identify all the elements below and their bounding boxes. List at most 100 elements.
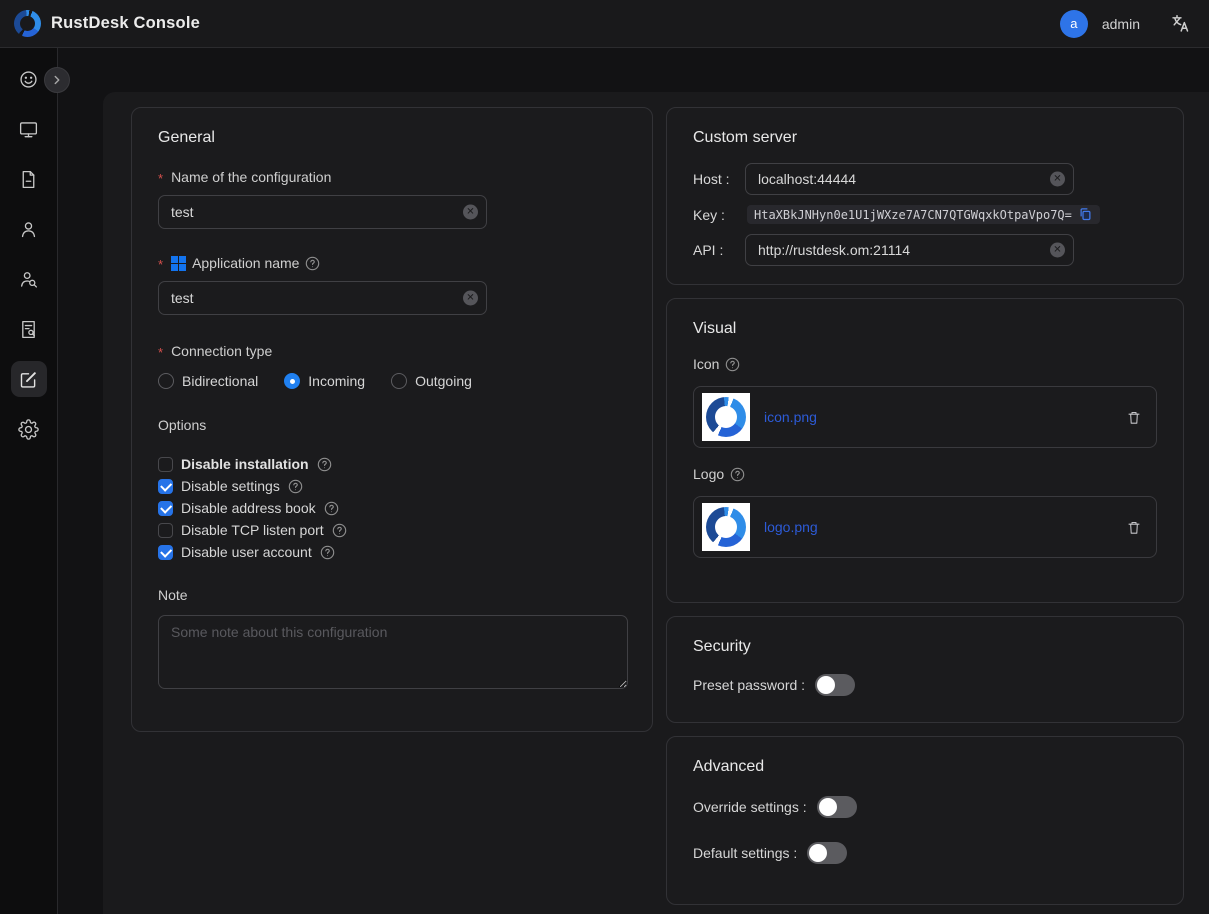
- app-name-field: ✕: [158, 281, 487, 315]
- sidebar-item-devices[interactable]: [11, 111, 47, 147]
- icon-file-box: icon.png: [693, 386, 1157, 448]
- visual-title: Visual: [693, 320, 1157, 338]
- checkbox-disable-installation[interactable]: Disable installation: [158, 453, 626, 475]
- help-icon[interactable]: [332, 523, 347, 538]
- icon-preview: [702, 393, 750, 441]
- help-icon[interactable]: [305, 256, 320, 271]
- user-search-icon: [18, 269, 39, 290]
- custom-server-title: Custom server: [693, 129, 1157, 147]
- logo-file-box: logo.png: [693, 496, 1157, 558]
- checkbox-disable-tcp-listen-port[interactable]: Disable TCP listen port: [158, 519, 626, 541]
- help-icon[interactable]: [324, 501, 339, 516]
- sidebar-item-dashboard[interactable]: [11, 61, 47, 97]
- smiley-icon: [18, 69, 39, 90]
- api-label: API :: [693, 242, 745, 258]
- main-area: General Name of the configuration ✕: [58, 48, 1209, 914]
- help-icon[interactable]: [320, 545, 335, 560]
- radio-incoming[interactable]: Incoming: [284, 373, 365, 389]
- key-label: Key :: [693, 207, 745, 223]
- api-field: ✕: [745, 234, 1074, 266]
- connection-type-group: Bidirectional Incoming Outgoing: [158, 373, 626, 389]
- config-name-input[interactable]: [158, 195, 487, 229]
- sidebar-item-users[interactable]: [11, 211, 47, 247]
- advanced-card: Advanced Override settings : Default set…: [666, 736, 1184, 905]
- radio-outgoing[interactable]: Outgoing: [391, 373, 472, 389]
- app-name-label: Application name: [158, 255, 626, 271]
- rustdesk-logo-icon: [706, 507, 746, 547]
- checkbox-disable-user-account[interactable]: Disable user account: [158, 541, 626, 563]
- clear-icon[interactable]: ✕: [463, 205, 478, 220]
- help-icon[interactable]: [317, 457, 332, 472]
- delete-icon-button[interactable]: [1126, 409, 1142, 426]
- sidebar-item-user-search[interactable]: [11, 261, 47, 297]
- visual-card: Visual Icon icon.png: [666, 298, 1184, 603]
- options-label: Options: [158, 417, 626, 433]
- radio-icon: [158, 373, 174, 389]
- username[interactable]: admin: [1102, 16, 1140, 32]
- document-icon: [18, 169, 39, 190]
- key-value-box: HtaXBkJNHyn0e1U1jWXze7A7CN7QTGWqxkOtpaVp…: [747, 205, 1100, 224]
- clear-icon[interactable]: ✕: [1050, 172, 1065, 187]
- content-sheet: General Name of the configuration ✕: [103, 92, 1209, 914]
- rustdesk-logo-icon: [706, 397, 746, 437]
- logo-file-link[interactable]: logo.png: [764, 519, 818, 535]
- trash-icon: [1126, 519, 1142, 536]
- icon-file-link[interactable]: icon.png: [764, 409, 817, 425]
- note-textarea[interactable]: [158, 615, 628, 689]
- icon-label: Icon: [693, 356, 1157, 372]
- edit-icon: [18, 369, 39, 390]
- general-title: General: [158, 129, 626, 147]
- sidebar-expand-button[interactable]: [44, 67, 70, 93]
- host-input[interactable]: [745, 163, 1074, 195]
- sidebar: [0, 48, 58, 914]
- monitor-icon: [18, 119, 39, 140]
- sidebar-item-logs[interactable]: [11, 161, 47, 197]
- sidebar-item-audit[interactable]: [11, 311, 47, 347]
- radio-icon: [284, 373, 300, 389]
- app-name-input[interactable]: [158, 281, 487, 315]
- api-input[interactable]: [745, 234, 1074, 266]
- chevron-right-icon: [50, 73, 64, 87]
- clear-icon[interactable]: ✕: [1050, 243, 1065, 258]
- note-label: Note: [158, 587, 626, 603]
- logo-label: Logo: [693, 466, 1157, 482]
- help-icon[interactable]: [288, 479, 303, 494]
- advanced-title: Advanced: [693, 758, 1157, 776]
- clear-icon[interactable]: ✕: [463, 291, 478, 306]
- checkbox-icon: [158, 501, 173, 516]
- connection-type-label: Connection type: [158, 343, 626, 359]
- sidebar-item-settings[interactable]: [11, 411, 47, 447]
- default-settings-toggle[interactable]: [807, 842, 847, 864]
- radio-bidirectional[interactable]: Bidirectional: [158, 373, 258, 389]
- checkbox-icon: [158, 479, 173, 494]
- config-name-label: Name of the configuration: [158, 169, 626, 185]
- default-settings-row: Default settings :: [693, 842, 1157, 864]
- preset-password-label: Preset password :: [693, 677, 805, 693]
- brand: RustDesk Console: [14, 10, 200, 37]
- security-title: Security: [693, 638, 1157, 656]
- options-list: Disable installation Disable settings Di: [158, 453, 626, 563]
- preset-password-toggle[interactable]: [815, 674, 855, 696]
- user-icon: [18, 219, 39, 240]
- host-label: Host :: [693, 171, 745, 187]
- language-switch-button[interactable]: [1170, 13, 1191, 34]
- key-value: HtaXBkJNHyn0e1U1jWXze7A7CN7QTGWqxkOtpaVp…: [754, 208, 1072, 222]
- trash-icon: [1126, 409, 1142, 426]
- copy-icon[interactable]: [1078, 207, 1093, 222]
- logo-preview: [702, 503, 750, 551]
- host-field: ✕: [745, 163, 1074, 195]
- sidebar-item-custom-client[interactable]: [11, 361, 47, 397]
- avatar[interactable]: a: [1060, 10, 1088, 38]
- help-icon[interactable]: [730, 467, 745, 482]
- override-settings-toggle[interactable]: [817, 796, 857, 818]
- gear-icon: [18, 419, 39, 440]
- delete-logo-button[interactable]: [1126, 519, 1142, 536]
- help-icon[interactable]: [725, 357, 740, 372]
- windows-icon: [171, 256, 186, 271]
- document-search-icon: [18, 319, 39, 340]
- default-settings-label: Default settings :: [693, 845, 797, 861]
- checkbox-disable-address-book[interactable]: Disable address book: [158, 497, 626, 519]
- checkbox-disable-settings[interactable]: Disable settings: [158, 475, 626, 497]
- checkbox-icon: [158, 457, 173, 472]
- radio-icon: [391, 373, 407, 389]
